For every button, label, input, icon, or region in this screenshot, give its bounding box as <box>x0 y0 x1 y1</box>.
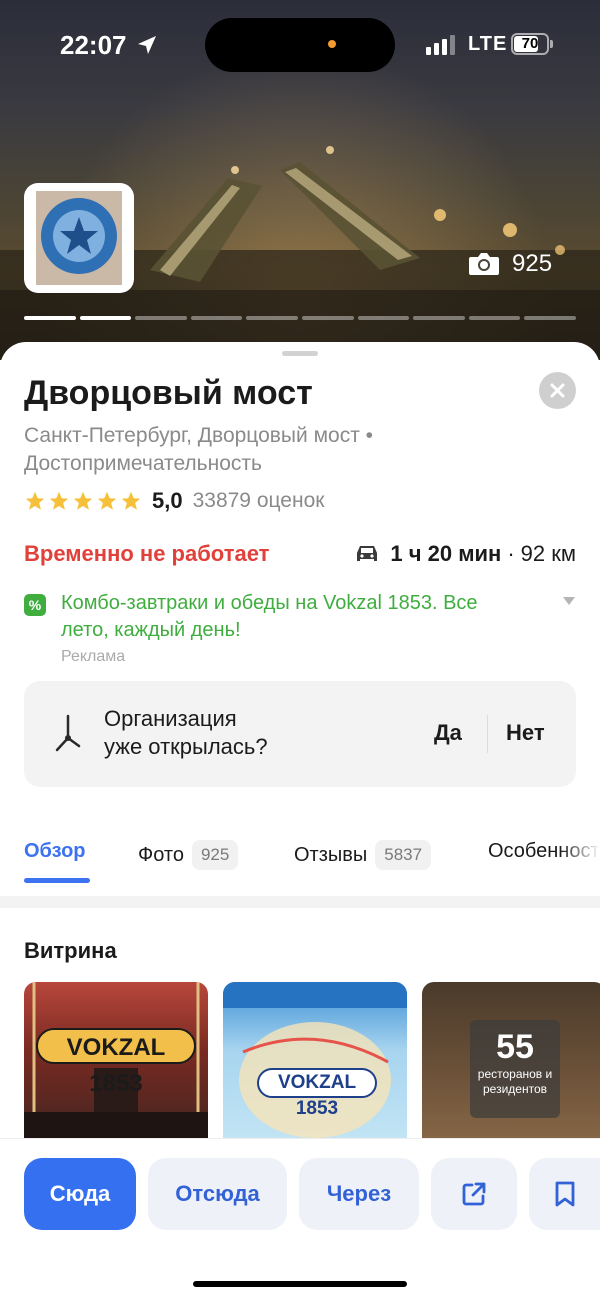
place-subtitle: Санкт-Петербург, Дворцовый мост • Достоп… <box>24 424 374 475</box>
seal-emblem-icon <box>41 198 117 274</box>
route-info[interactable]: 1 ч 20 мин · 92 км <box>356 541 576 567</box>
open-sign-icon <box>55 714 81 752</box>
share-icon <box>462 1182 486 1206</box>
star-icon <box>25 491 45 510</box>
tab-photos-label: Фото <box>138 843 184 866</box>
ad-text: Комбо-завтраки и обеды на Vokzal 1853. В… <box>61 592 478 641</box>
vokzal-logo-badge: VOKZAL 1853 <box>36 1028 196 1097</box>
place-title: Дворцовый мост <box>24 374 313 412</box>
tab-photos-count: 925 <box>191 840 239 870</box>
route-separator: · <box>507 541 515 566</box>
showcase-card[interactable]: 55 ресторанов и резидентов <box>422 982 600 1142</box>
status-bar: 22:07 LTE 70 <box>0 0 600 90</box>
opening-question-card: Организация уже открылась? Да Нет <box>24 681 576 787</box>
star-icon <box>97 491 117 510</box>
status-time: 22:07 <box>60 30 127 60</box>
organization-logo[interactable] <box>24 183 134 293</box>
route-here-button[interactable]: Сюда <box>24 1158 136 1230</box>
showcase-card[interactable]: VOKZAL 1853 <box>24 982 208 1142</box>
star-icon <box>121 491 141 510</box>
gallery-progress-segment <box>357 316 410 320</box>
battery-icon: 70 <box>511 33 549 55</box>
question-line-1: Организация <box>104 706 237 731</box>
rating-count: 33879 оценок <box>192 489 325 512</box>
network-type: LTE <box>468 33 508 55</box>
battery-level-text: 70 <box>521 35 539 52</box>
gallery-progress-segment <box>190 316 243 320</box>
gallery-progress-segment <box>413 316 465 320</box>
residents-caption: ресторанов и резидентов <box>477 1067 553 1096</box>
opening-question-text: Организация уже открылась? <box>104 705 268 761</box>
question-line-2: уже открылась? <box>104 734 268 759</box>
route-via-button[interactable]: Через <box>299 1158 419 1230</box>
vokzal-map-badge: VOKZAL 1853 <box>257 1068 377 1119</box>
photo-count-label: 925 <box>512 250 553 277</box>
active-tab-indicator <box>24 878 90 883</box>
route-from-button[interactable]: Отсюда <box>148 1158 287 1230</box>
action-bar: Сюда Отсюда Через <box>0 1138 600 1300</box>
gallery-progress-segment <box>246 316 298 320</box>
dynamic-island <box>205 18 395 72</box>
showcase-card[interactable]: VOKZAL 1853 <box>223 982 407 1142</box>
rating-value: 5,0 <box>152 488 183 513</box>
camera-icon <box>469 253 499 275</box>
no-button[interactable]: Нет <box>506 720 545 746</box>
tab-reviews[interactable]: Отзывы 5837 <box>294 840 432 870</box>
gallery-progress-segment <box>79 316 132 320</box>
tab-reviews-count: 5837 <box>375 840 432 870</box>
tab-photos[interactable]: Фото 925 <box>138 840 239 870</box>
bookmark-button[interactable] <box>529 1158 600 1230</box>
car-icon <box>357 546 378 561</box>
close-button[interactable] <box>539 372 576 409</box>
residents-counter: 55 ресторанов и резидентов <box>470 1020 560 1118</box>
tab-overview[interactable]: Обзор <box>24 840 86 863</box>
gallery-progress-segment <box>524 316 576 320</box>
route-time: 1 ч 20 мин <box>390 541 502 566</box>
tab-fade <box>560 832 600 890</box>
gallery-progress-segment <box>468 316 521 320</box>
hero-photo[interactable]: 22:07 LTE 70 925 <box>0 0 600 360</box>
ad-label: Реклама <box>61 648 126 665</box>
rating-row[interactable]: 5,0 33879 оценок <box>24 488 324 514</box>
working-status: Временно не работает <box>24 541 270 566</box>
showcase-title: Витрина <box>24 938 117 963</box>
home-indicator[interactable] <box>193 1281 407 1287</box>
tab-reviews-label: Отзывы <box>294 843 368 866</box>
chevron-down-icon[interactable] <box>562 596 576 606</box>
battery-cap <box>550 40 553 48</box>
photo-count[interactable]: 925 <box>468 250 552 278</box>
bookmark-icon <box>555 1181 574 1207</box>
privacy-indicator-dot <box>328 40 336 48</box>
answer-divider <box>487 715 488 753</box>
rating-stars <box>24 490 142 512</box>
signal-strength-icon <box>426 35 455 55</box>
route-distance: 92 км <box>520 541 576 566</box>
star-icon <box>73 491 93 510</box>
gallery-progress-segment <box>135 316 187 320</box>
share-button[interactable] <box>431 1158 517 1230</box>
gallery-progress <box>24 316 576 320</box>
tab-overview-label: Обзор <box>24 840 86 862</box>
sheet-grabber[interactable] <box>282 351 318 356</box>
tab-bar: Обзор Фото 925 Отзывы 5837 Особенности <box>0 832 600 890</box>
section-divider <box>0 896 600 908</box>
gallery-progress-segment <box>301 316 354 320</box>
showcase-carousel[interactable]: VOKZAL 1853 VOKZAL 1853 55 ресторанов и … <box>24 982 600 1142</box>
discount-icon: % <box>24 594 46 616</box>
residents-number: 55 <box>496 1028 534 1066</box>
logo-background <box>36 191 122 285</box>
gallery-progress-segment <box>24 316 76 320</box>
star-icon <box>49 491 69 510</box>
location-arrow-icon <box>138 36 156 54</box>
close-icon <box>550 383 565 398</box>
yes-button[interactable]: Да <box>434 720 462 746</box>
